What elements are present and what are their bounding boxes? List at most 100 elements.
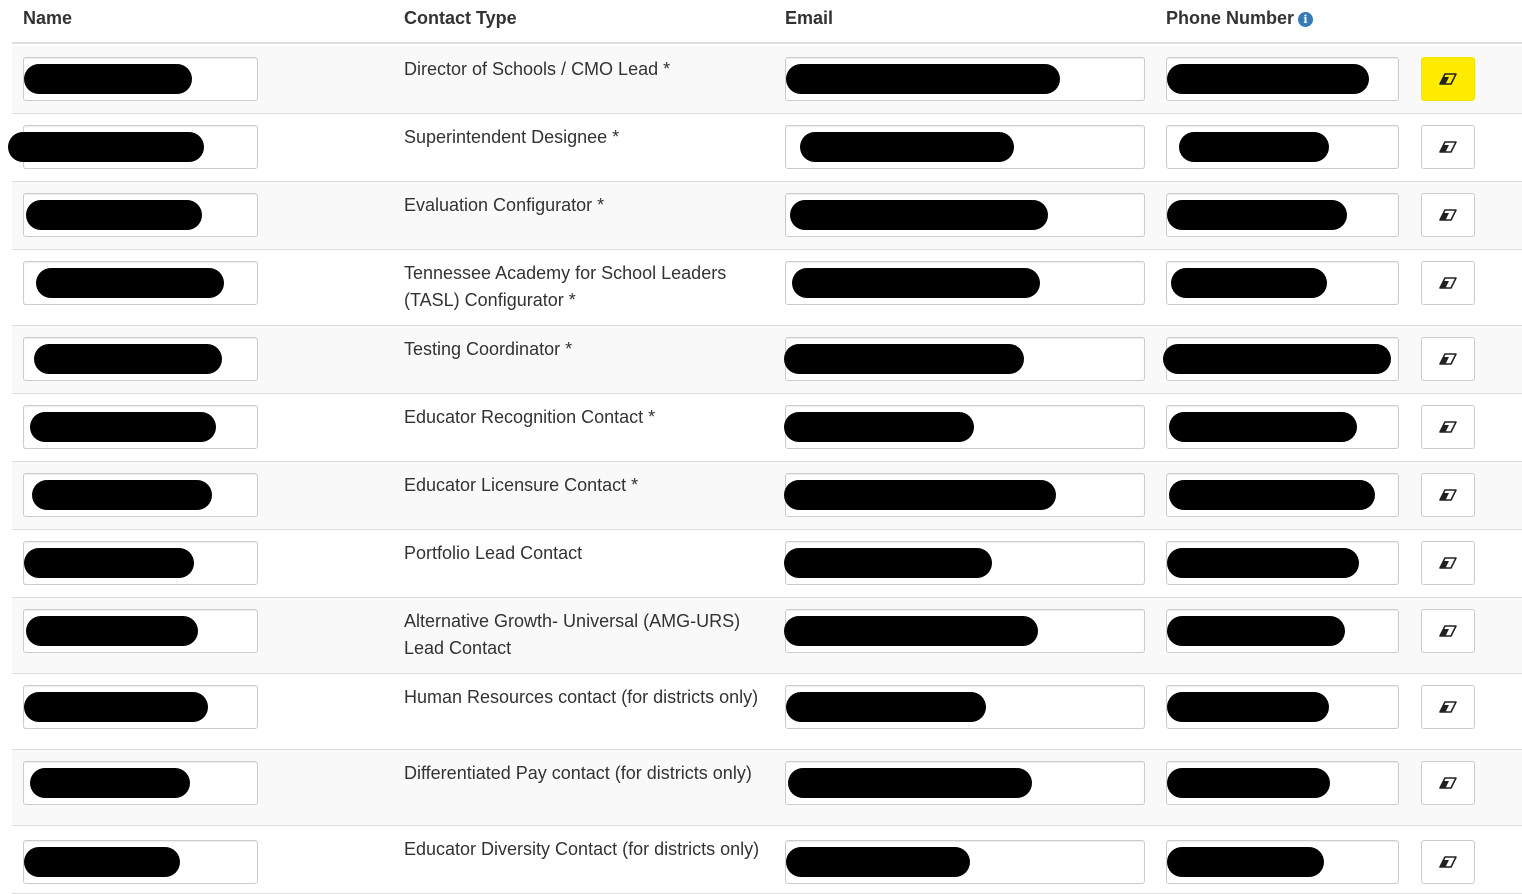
eraser-icon [1439,277,1457,289]
name-input[interactable] [23,685,258,729]
eraser-icon [1439,209,1457,221]
redaction-bar [1167,692,1329,722]
phone-input[interactable] [1166,685,1399,729]
email-input[interactable] [784,337,1145,381]
redaction-bar [784,344,1024,374]
email-input[interactable] [785,685,1145,729]
name-input[interactable] [23,337,258,381]
email-input[interactable] [784,405,1145,449]
redaction-bar [1167,768,1330,798]
email-input[interactable] [785,57,1145,101]
email-input[interactable] [784,473,1145,517]
clear-row-button[interactable] [1421,405,1475,449]
clear-row-button[interactable] [1421,125,1475,169]
redaction-bar [790,200,1048,230]
redaction-bar [26,616,198,646]
table-row: Evaluation Configurator * [12,182,1522,250]
clear-row-button[interactable] [1421,193,1475,237]
phone-input[interactable] [1166,761,1399,805]
redaction-bar [36,268,224,298]
name-input[interactable] [23,405,258,449]
redaction-bar [1167,200,1347,230]
table-row: Differentiated Pay contact (for district… [12,750,1522,826]
redaction-bar [1169,412,1357,442]
redaction-bar [1167,847,1324,877]
redaction-bar [24,847,180,877]
name-input[interactable] [8,125,258,169]
redaction-bar [1167,616,1345,646]
redaction-bar [24,692,208,722]
email-input[interactable] [785,261,1145,305]
redaction-bar [1179,132,1329,162]
redaction-bar [784,616,1038,646]
eraser-icon [1439,73,1457,85]
contact-type-label: Educator Licensure Contact * [404,475,639,495]
contact-type-label: Educator Diversity Contact (for district… [404,839,760,859]
redaction-bar [788,768,1032,798]
phone-input[interactable] [1166,609,1399,653]
email-input[interactable] [784,541,1145,585]
clear-row-button[interactable] [1421,609,1475,653]
header-phone-number: Phone Number i [1166,8,1314,29]
eraser-icon [1439,489,1457,501]
clear-row-button[interactable] [1421,261,1475,305]
clear-row-button[interactable] [1421,541,1475,585]
phone-input[interactable] [1166,261,1399,305]
redaction-bar [792,268,1040,298]
clear-row-button[interactable] [1421,57,1475,101]
redaction-bar [786,64,1060,94]
clear-row-button[interactable] [1421,473,1475,517]
redaction-bar [786,692,986,722]
table-row: Director of Schools / CMO Lead * [12,46,1522,114]
redaction-bar [26,200,202,230]
redaction-bar [1169,480,1375,510]
phone-input[interactable] [1166,840,1399,884]
clear-row-button[interactable] [1421,337,1475,381]
eraser-icon [1439,557,1457,569]
phone-input[interactable] [1163,337,1399,381]
phone-input[interactable] [1166,125,1399,169]
email-input[interactable] [785,761,1145,805]
contact-type-label: Tennessee Academy for School Leaders (TA… [404,263,727,310]
redaction-bar [1163,344,1391,374]
contact-type-label: Director of Schools / CMO Lead * [404,59,671,79]
clear-row-button[interactable] [1421,685,1475,729]
redaction-bar [32,480,212,510]
name-input[interactable] [23,193,258,237]
eraser-icon [1439,353,1457,365]
name-input[interactable] [23,541,258,585]
contact-type-label: Portfolio Lead Contact [404,543,583,563]
name-input[interactable] [23,57,258,101]
name-input[interactable] [23,261,258,305]
table-row: Educator Licensure Contact * [12,462,1522,530]
name-input[interactable] [23,609,258,653]
info-icon[interactable]: i [1298,12,1314,27]
name-input[interactable] [23,473,258,517]
email-input[interactable] [785,125,1145,169]
header-name: Name [23,8,73,28]
redaction-bar [784,548,992,578]
phone-input[interactable] [1166,405,1399,449]
table-row: Human Resources contact (for districts o… [12,674,1522,750]
table-row: Superintendent Designee * [8,114,1522,182]
phone-input[interactable] [1166,541,1399,585]
phone-input[interactable] [1166,57,1399,101]
phone-input[interactable] [1166,193,1399,237]
contact-type-label: Educator Recognition Contact * [404,407,656,427]
redaction-bar [786,847,970,877]
clear-row-button[interactable] [1421,761,1475,805]
email-input[interactable] [784,609,1145,653]
table-row: Tennessee Academy for School Leaders (TA… [12,250,1522,326]
name-input[interactable] [23,761,258,805]
email-input[interactable] [785,193,1145,237]
eraser-icon [1439,777,1457,789]
contact-type-label: Testing Coordinator * [404,339,573,359]
redaction-bar [784,412,974,442]
name-input[interactable] [23,840,258,884]
phone-input[interactable] [1166,473,1399,517]
redaction-bar [30,768,190,798]
redaction-bar [800,132,1014,162]
clear-row-button[interactable] [1421,840,1475,884]
email-input[interactable] [785,840,1145,884]
header-email: Email [785,8,834,28]
